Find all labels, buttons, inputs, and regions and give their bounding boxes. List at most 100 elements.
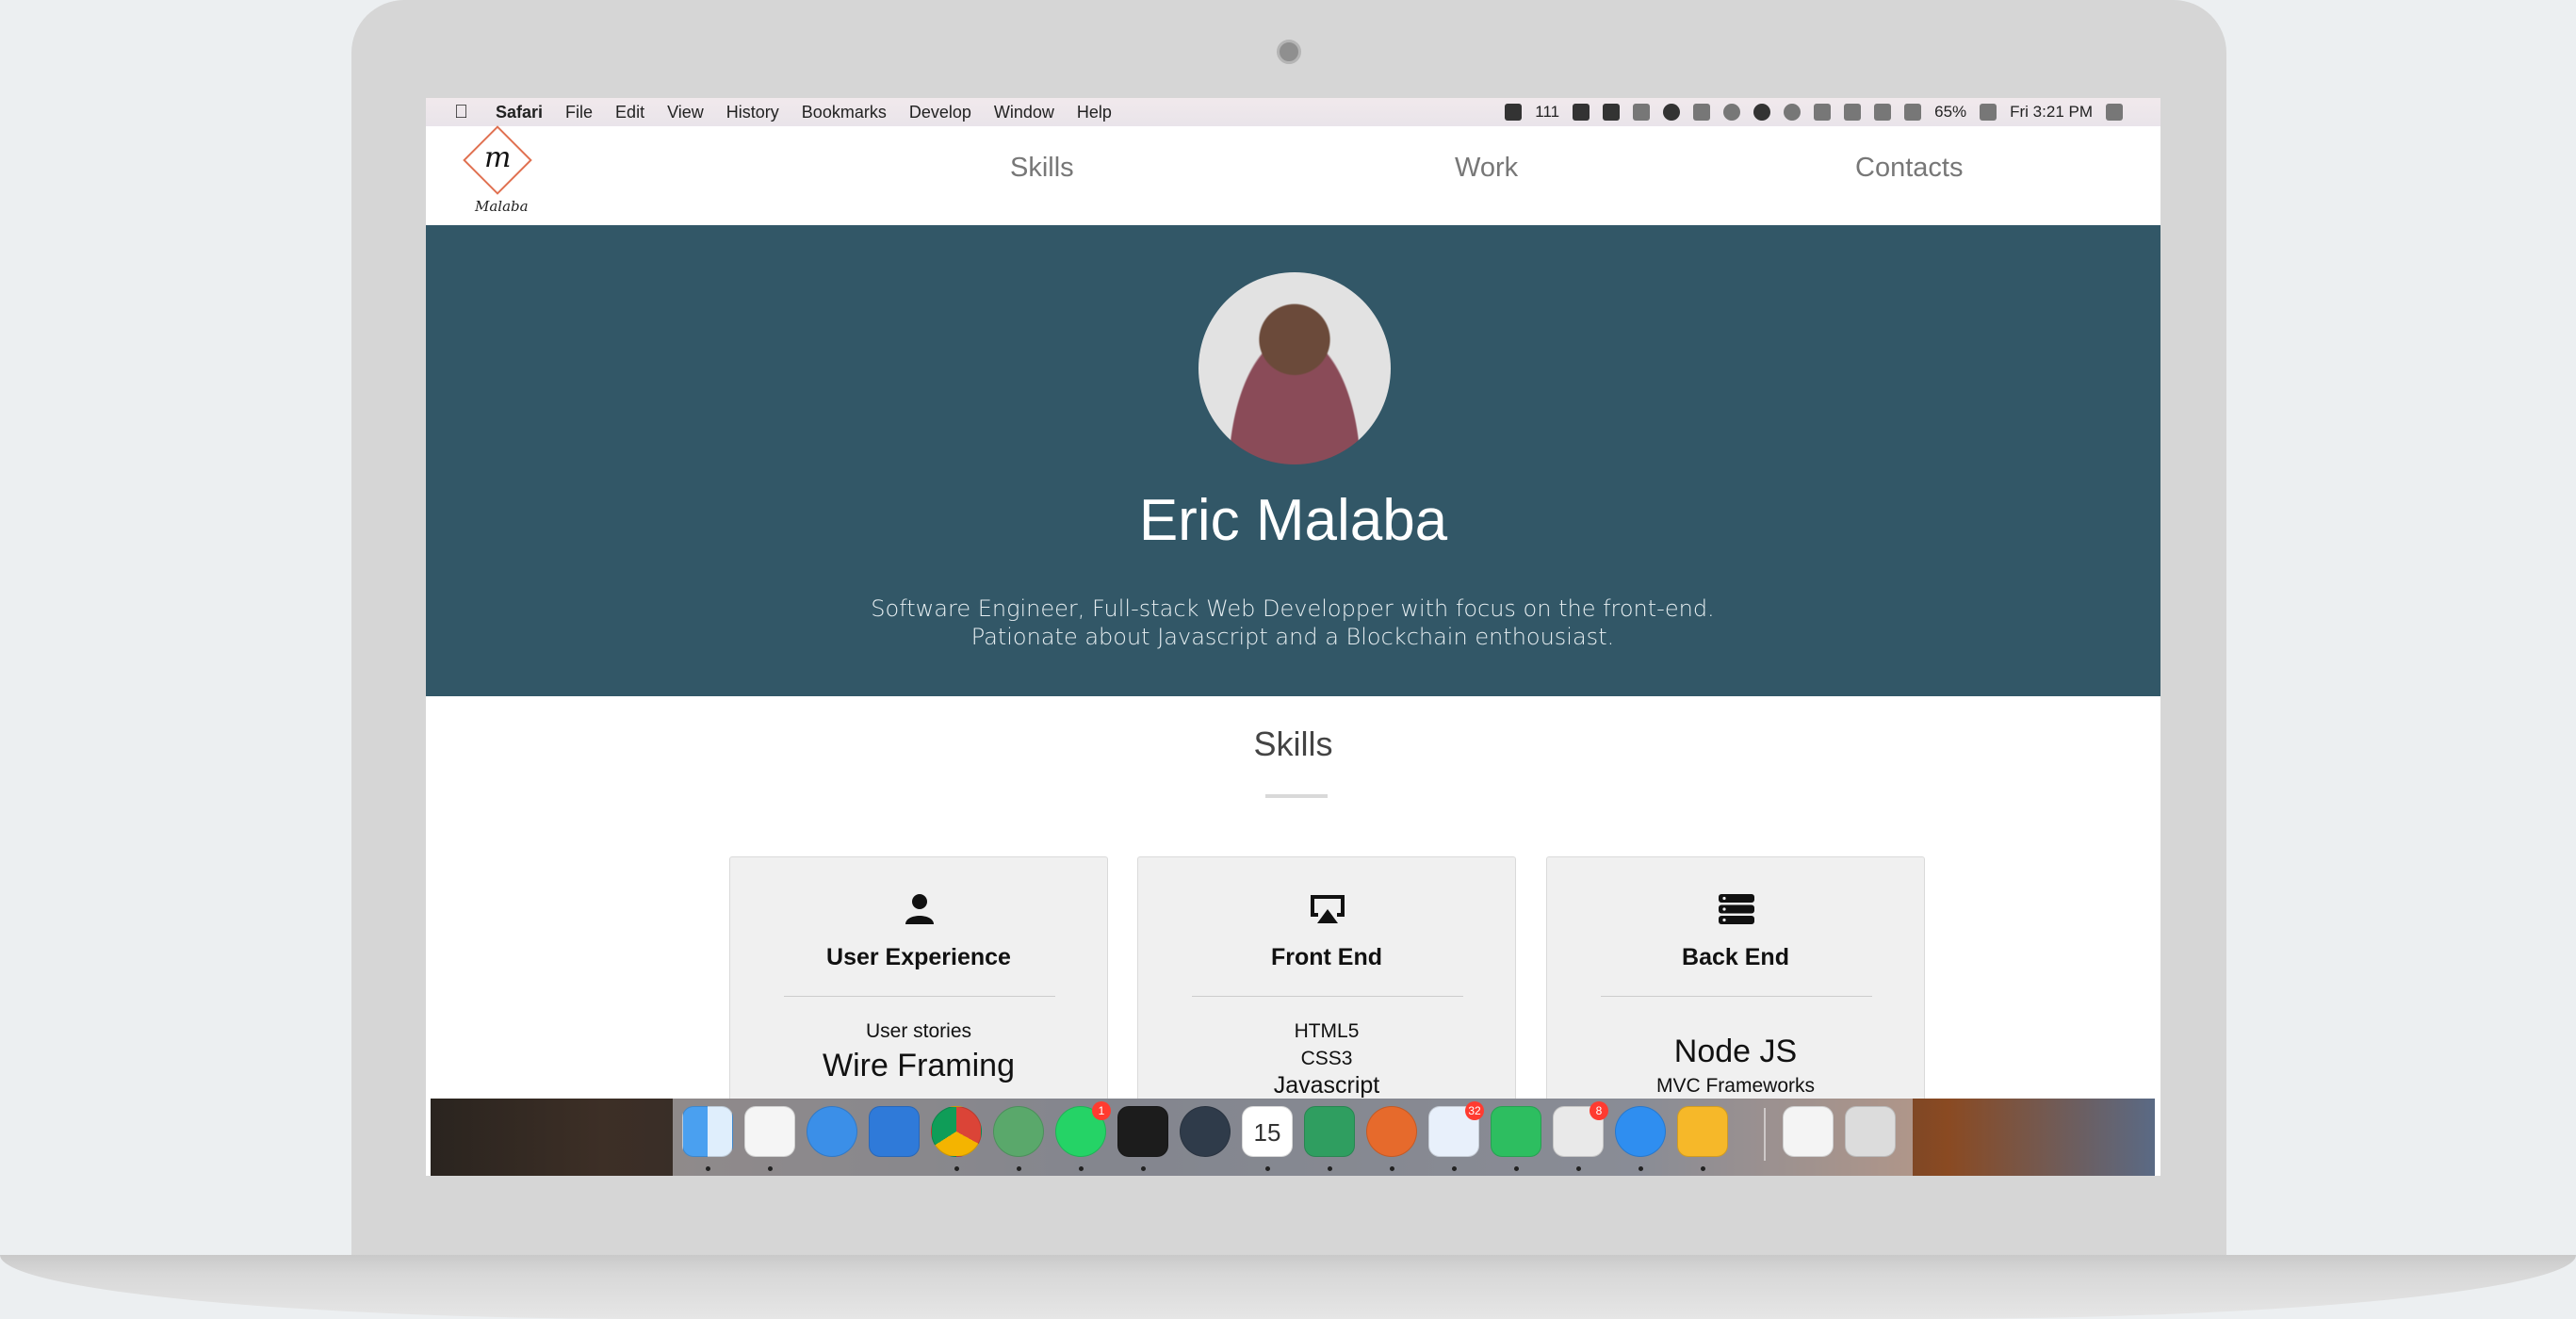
- card-divider: [784, 996, 1055, 997]
- calendar-dock-icon[interactable]: 15: [1242, 1106, 1293, 1157]
- status-count: 111: [1535, 103, 1560, 121]
- hero-bio: Software Engineer, Full-stack Web Develo…: [871, 595, 1715, 650]
- running-indicator: [1576, 1166, 1581, 1171]
- laptop-base: [0, 1255, 2576, 1319]
- user-icon: [905, 894, 934, 924]
- dropbox-icon[interactable]: [1573, 104, 1590, 121]
- menu-bookmarks[interactable]: Bookmarks: [802, 103, 887, 122]
- mail-badge: 32: [1465, 1101, 1484, 1120]
- logo-wordmark: Malaba: [475, 198, 529, 215]
- skill-item: Node JS: [1673, 1034, 1798, 1069]
- trash-icon[interactable]: [1845, 1106, 1896, 1157]
- slack-badge: 8: [1590, 1101, 1608, 1120]
- menubar-status-area: 111 65% Fri 3:21 PM: [1505, 98, 2123, 126]
- logo-letter: m: [484, 141, 512, 174]
- nav-skills[interactable]: Skills: [1010, 153, 1074, 184]
- battery-icon[interactable]: [1980, 104, 1997, 121]
- notification-center-icon[interactable]: [2106, 104, 2123, 121]
- skill-item: CSS3: [1300, 1048, 1353, 1069]
- evernote-dock-icon[interactable]: [1491, 1106, 1541, 1157]
- menu-edit[interactable]: Edit: [615, 103, 644, 122]
- sync-icon[interactable]: [1753, 104, 1771, 121]
- site-logo[interactable]: m Malaba: [462, 125, 535, 219]
- dock-divider: [1764, 1108, 1766, 1161]
- running-indicator: [768, 1166, 773, 1171]
- wifi-icon[interactable]: [1844, 104, 1862, 121]
- skill-item: User stories: [865, 1020, 972, 1042]
- running-indicator: [1701, 1166, 1705, 1171]
- running-indicator: [1452, 1166, 1457, 1171]
- skill-card-title: Front End: [1270, 944, 1383, 970]
- menu-develop[interactable]: Develop: [909, 103, 971, 122]
- time-machine-icon[interactable]: [1180, 1106, 1231, 1157]
- calendar-day: 15: [1253, 1118, 1281, 1147]
- whatsapp-badge: 1: [1092, 1101, 1111, 1120]
- card-divider: [1192, 996, 1463, 997]
- menu-view[interactable]: View: [667, 103, 704, 122]
- timer-icon[interactable]: [1723, 104, 1741, 121]
- shield-icon[interactable]: [1505, 104, 1523, 121]
- running-indicator: [1390, 1166, 1394, 1171]
- evernote-icon[interactable]: [1603, 104, 1621, 121]
- menu-app-name[interactable]: Safari: [496, 103, 543, 122]
- running-indicator: [1328, 1166, 1332, 1171]
- airplay-menubar-icon[interactable]: [1904, 104, 1922, 121]
- running-indicator: [1017, 1166, 1021, 1171]
- skills-heading: Skills: [1253, 725, 1333, 763]
- reminders-icon[interactable]: [744, 1106, 795, 1157]
- nav-contacts[interactable]: Contacts: [1855, 153, 1963, 184]
- calendar-icon[interactable]: [1693, 104, 1711, 121]
- safari-icon[interactable]: [1615, 1106, 1666, 1157]
- site-navbar: m Malaba Skills Work Contacts: [426, 125, 2160, 225]
- slack-icon[interactable]: 8: [1553, 1101, 1608, 1157]
- whatsapp-icon[interactable]: 1: [1055, 1101, 1111, 1157]
- server-icon: [1719, 894, 1754, 924]
- running-indicator: [706, 1166, 710, 1171]
- menu-help[interactable]: Help: [1077, 103, 1112, 122]
- running-indicator: [1141, 1166, 1146, 1171]
- hero-section: Eric Malaba Software Engineer, Full-stac…: [426, 225, 2160, 696]
- profile-avatar: [1198, 272, 1391, 464]
- skill-item: Wire Framing: [822, 1048, 1016, 1083]
- card-divider: [1601, 996, 1872, 997]
- menubar-clock[interactable]: Fri 3:21 PM: [2010, 103, 2093, 122]
- running-indicator: [1514, 1166, 1519, 1171]
- mail-icon[interactable]: 32: [1428, 1101, 1484, 1157]
- running-indicator: [1265, 1166, 1270, 1171]
- running-indicator: [954, 1166, 959, 1171]
- postman-icon[interactable]: [1366, 1106, 1417, 1157]
- terminal-icon[interactable]: [1117, 1106, 1168, 1157]
- nav-work[interactable]: Work: [1455, 153, 1518, 184]
- bluetooth-icon[interactable]: [1874, 104, 1892, 121]
- inbox-icon[interactable]: [1633, 104, 1651, 121]
- hero-name: Eric Malaba: [1138, 488, 1448, 553]
- messages-icon[interactable]: [807, 1106, 857, 1157]
- battery-percent: 65%: [1934, 103, 1967, 121]
- volume-icon[interactable]: [1814, 104, 1832, 121]
- apple-menu-icon[interactable]: : [454, 102, 473, 123]
- screen:  Safari File Edit View History Bookmark…: [426, 98, 2160, 1176]
- skill-card-title: Back End: [1682, 944, 1789, 970]
- atom-icon[interactable]: [993, 1106, 1044, 1157]
- finder-icon[interactable]: [682, 1106, 733, 1157]
- sketch-icon[interactable]: [1677, 1106, 1728, 1157]
- running-indicator: [1079, 1166, 1084, 1171]
- dash-icon[interactable]: [1304, 1106, 1355, 1157]
- skill-item: Javascript: [1273, 1072, 1380, 1099]
- skill-card-title: User Experience: [826, 944, 1011, 970]
- menu-file[interactable]: File: [565, 103, 593, 122]
- mac-menubar:  Safari File Edit View History Bookmark…: [426, 98, 2160, 126]
- chrome-icon[interactable]: [931, 1106, 982, 1157]
- skill-item: MVC Frameworks: [1655, 1075, 1815, 1097]
- running-indicator: [1639, 1166, 1643, 1171]
- xcode-icon[interactable]: [869, 1106, 920, 1157]
- menu-window[interactable]: Window: [994, 103, 1054, 122]
- search-icon[interactable]: [1784, 104, 1802, 121]
- airplay-icon: [1311, 895, 1345, 923]
- downloads-stack-icon[interactable]: [1783, 1106, 1834, 1157]
- skills-heading-underline: [1265, 794, 1328, 798]
- laptop-camera: [1277, 40, 1301, 64]
- skill-item: HTML5: [1294, 1020, 1360, 1042]
- app-status-icon[interactable]: [1663, 104, 1681, 121]
- menu-history[interactable]: History: [726, 103, 779, 122]
